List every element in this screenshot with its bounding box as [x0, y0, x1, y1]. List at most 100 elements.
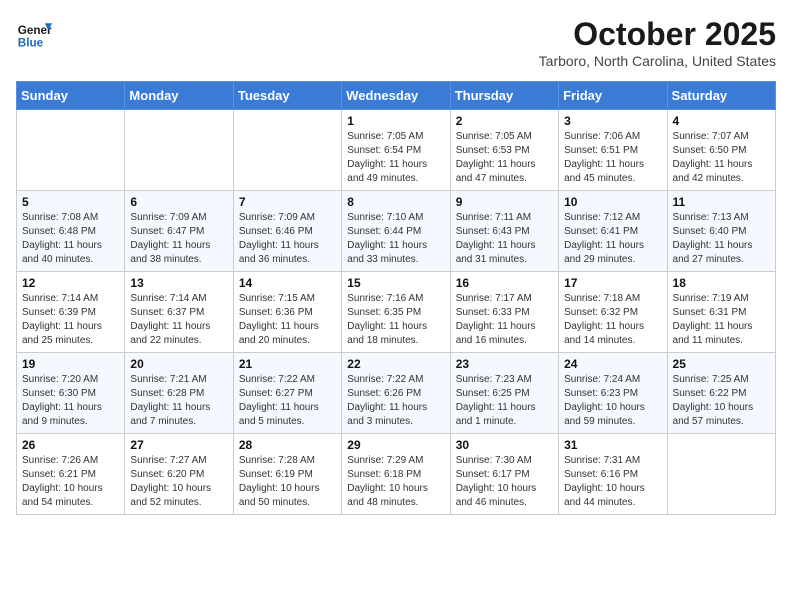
calendar-week-row: 5 Sunrise: 7:08 AM Sunset: 6:48 PM Daylig… — [17, 191, 776, 272]
calendar-cell: 1 Sunrise: 7:05 AM Sunset: 6:54 PM Daylig… — [342, 110, 450, 191]
calendar-cell: 26 Sunrise: 7:26 AM Sunset: 6:21 PM Dayli… — [17, 434, 125, 515]
calendar-cell: 22 Sunrise: 7:22 AM Sunset: 6:26 PM Dayli… — [342, 353, 450, 434]
day-number: 18 — [673, 276, 770, 290]
day-info: Sunrise: 7:23 AM Sunset: 6:25 PM Dayligh… — [456, 373, 553, 429]
day-header-wednesday: Wednesday — [342, 82, 450, 110]
day-info: Sunrise: 7:24 AM Sunset: 6:23 PM Dayligh… — [564, 373, 661, 429]
day-info: Sunrise: 7:09 AM Sunset: 6:47 PM Dayligh… — [130, 211, 227, 267]
calendar-cell: 21Sunrise: 7:22 AM Sunset: 6:27 PM Dayli… — [233, 353, 341, 434]
page-header: General Blue October 2025 Tarboro, North… — [16, 16, 776, 69]
day-number: 1 — [347, 114, 444, 128]
day-info: Sunrise: 7:14 AM Sunset: 6:39 PM Dayligh… — [22, 292, 119, 348]
day-number: 22 — [347, 357, 444, 371]
day-number: 8 — [347, 195, 444, 209]
calendar-cell: 7Sunrise: 7:09 AM Sunset: 6:46 PM Daylig… — [233, 191, 341, 272]
day-info: Sunrise: 7:21 AM Sunset: 6:28 PM Dayligh… — [130, 373, 227, 429]
calendar-week-row: 1 Sunrise: 7:05 AM Sunset: 6:54 PM Daylig… — [17, 110, 776, 191]
day-number: 15 — [347, 276, 444, 290]
day-info: Sunrise: 7:08 AM Sunset: 6:48 PM Dayligh… — [22, 211, 119, 267]
title-block: October 2025 Tarboro, North Carolina, Un… — [539, 16, 776, 69]
month-title: October 2025 — [539, 16, 776, 53]
day-number: 3 — [564, 114, 661, 128]
day-number: 11 — [673, 195, 770, 209]
day-number: 2 — [456, 114, 553, 128]
day-number: 6 — [130, 195, 227, 209]
logo: General Blue — [16, 16, 52, 52]
day-number: 4 — [673, 114, 770, 128]
day-info: Sunrise: 7:22 AM Sunset: 6:26 PM Dayligh… — [347, 373, 444, 429]
day-header-saturday: Saturday — [667, 82, 775, 110]
calendar-week-row: 26 Sunrise: 7:26 AM Sunset: 6:21 PM Dayli… — [17, 434, 776, 515]
day-number: 29 — [347, 438, 444, 452]
calendar-cell: 5 Sunrise: 7:08 AM Sunset: 6:48 PM Daylig… — [17, 191, 125, 272]
calendar-cell: 25 Sunrise: 7:25 AM Sunset: 6:22 PM Dayli… — [667, 353, 775, 434]
calendar-cell — [667, 434, 775, 515]
calendar-cell — [125, 110, 233, 191]
calendar-cell: 8 Sunrise: 7:10 AM Sunset: 6:44 PM Daylig… — [342, 191, 450, 272]
day-info: Sunrise: 7:10 AM Sunset: 6:44 PM Dayligh… — [347, 211, 444, 267]
calendar-cell: 13Sunrise: 7:14 AM Sunset: 6:37 PM Dayli… — [125, 272, 233, 353]
day-number: 25 — [673, 357, 770, 371]
day-number: 27 — [130, 438, 227, 452]
day-number: 30 — [456, 438, 553, 452]
day-header-sunday: Sunday — [17, 82, 125, 110]
calendar-cell: 6 Sunrise: 7:09 AM Sunset: 6:47 PM Daylig… — [125, 191, 233, 272]
calendar-cell: 2Sunrise: 7:05 AM Sunset: 6:53 PM Daylig… — [450, 110, 558, 191]
day-info: Sunrise: 7:11 AM Sunset: 6:43 PM Dayligh… — [456, 211, 553, 267]
calendar-cell: 11 Sunrise: 7:13 AM Sunset: 6:40 PM Dayli… — [667, 191, 775, 272]
day-info: Sunrise: 7:30 AM Sunset: 6:17 PM Dayligh… — [456, 454, 553, 510]
day-info: Sunrise: 7:31 AM Sunset: 6:16 PM Dayligh… — [564, 454, 661, 510]
day-header-thursday: Thursday — [450, 82, 558, 110]
day-info: Sunrise: 7:26 AM Sunset: 6:21 PM Dayligh… — [22, 454, 119, 510]
day-info: Sunrise: 7:28 AM Sunset: 6:19 PM Dayligh… — [239, 454, 336, 510]
calendar-cell: 29Sunrise: 7:29 AM Sunset: 6:18 PM Dayli… — [342, 434, 450, 515]
calendar-cell: 15 Sunrise: 7:16 AM Sunset: 6:35 PM Dayli… — [342, 272, 450, 353]
day-info: Sunrise: 7:13 AM Sunset: 6:40 PM Dayligh… — [673, 211, 770, 267]
day-number: 23 — [456, 357, 553, 371]
calendar-cell: 14Sunrise: 7:15 AM Sunset: 6:36 PM Dayli… — [233, 272, 341, 353]
calendar-cell: 16Sunrise: 7:17 AM Sunset: 6:33 PM Dayli… — [450, 272, 558, 353]
day-number: 26 — [22, 438, 119, 452]
day-number: 28 — [239, 438, 336, 452]
day-info: Sunrise: 7:12 AM Sunset: 6:41 PM Dayligh… — [564, 211, 661, 267]
calendar-cell: 4Sunrise: 7:07 AM Sunset: 6:50 PM Daylig… — [667, 110, 775, 191]
location-subtitle: Tarboro, North Carolina, United States — [539, 53, 776, 69]
calendar-table: SundayMondayTuesdayWednesdayThursdayFrid… — [16, 81, 776, 515]
calendar-cell: 30 Sunrise: 7:30 AM Sunset: 6:17 PM Dayli… — [450, 434, 558, 515]
day-info: Sunrise: 7:14 AM Sunset: 6:37 PM Dayligh… — [130, 292, 227, 348]
day-number: 17 — [564, 276, 661, 290]
calendar-cell: 27Sunrise: 7:27 AM Sunset: 6:20 PM Dayli… — [125, 434, 233, 515]
calendar-cell: 31 Sunrise: 7:31 AM Sunset: 6:16 PM Dayli… — [559, 434, 667, 515]
calendar-cell — [17, 110, 125, 191]
day-header-tuesday: Tuesday — [233, 82, 341, 110]
calendar-cell: 10 Sunrise: 7:12 AM Sunset: 6:41 PM Dayli… — [559, 191, 667, 272]
day-info: Sunrise: 7:25 AM Sunset: 6:22 PM Dayligh… — [673, 373, 770, 429]
day-number: 19 — [22, 357, 119, 371]
day-number: 31 — [564, 438, 661, 452]
day-number: 12 — [22, 276, 119, 290]
day-info: Sunrise: 7:05 AM Sunset: 6:54 PM Dayligh… — [347, 130, 444, 186]
calendar-week-row: 19 Sunrise: 7:20 AM Sunset: 6:30 PM Dayli… — [17, 353, 776, 434]
day-info: Sunrise: 7:17 AM Sunset: 6:33 PM Dayligh… — [456, 292, 553, 348]
calendar-cell: 18 Sunrise: 7:19 AM Sunset: 6:31 PM Dayli… — [667, 272, 775, 353]
calendar-cell: 19 Sunrise: 7:20 AM Sunset: 6:30 PM Dayli… — [17, 353, 125, 434]
day-header-monday: Monday — [125, 82, 233, 110]
calendar-cell: 24 Sunrise: 7:24 AM Sunset: 6:23 PM Dayli… — [559, 353, 667, 434]
calendar-header-row: SundayMondayTuesdayWednesdayThursdayFrid… — [17, 82, 776, 110]
calendar-cell: 20Sunrise: 7:21 AM Sunset: 6:28 PM Dayli… — [125, 353, 233, 434]
day-number: 24 — [564, 357, 661, 371]
day-info: Sunrise: 7:16 AM Sunset: 6:35 PM Dayligh… — [347, 292, 444, 348]
day-number: 9 — [456, 195, 553, 209]
calendar-cell: 28 Sunrise: 7:28 AM Sunset: 6:19 PM Dayli… — [233, 434, 341, 515]
day-number: 7 — [239, 195, 336, 209]
day-number: 10 — [564, 195, 661, 209]
day-header-friday: Friday — [559, 82, 667, 110]
svg-text:Blue: Blue — [18, 37, 44, 50]
calendar-cell: 17Sunrise: 7:18 AM Sunset: 6:32 PM Dayli… — [559, 272, 667, 353]
day-info: Sunrise: 7:19 AM Sunset: 6:31 PM Dayligh… — [673, 292, 770, 348]
day-number: 5 — [22, 195, 119, 209]
day-info: Sunrise: 7:20 AM Sunset: 6:30 PM Dayligh… — [22, 373, 119, 429]
calendar-cell — [233, 110, 341, 191]
calendar-cell: 23 Sunrise: 7:23 AM Sunset: 6:25 PM Dayli… — [450, 353, 558, 434]
logo-icon: General Blue — [16, 16, 52, 52]
